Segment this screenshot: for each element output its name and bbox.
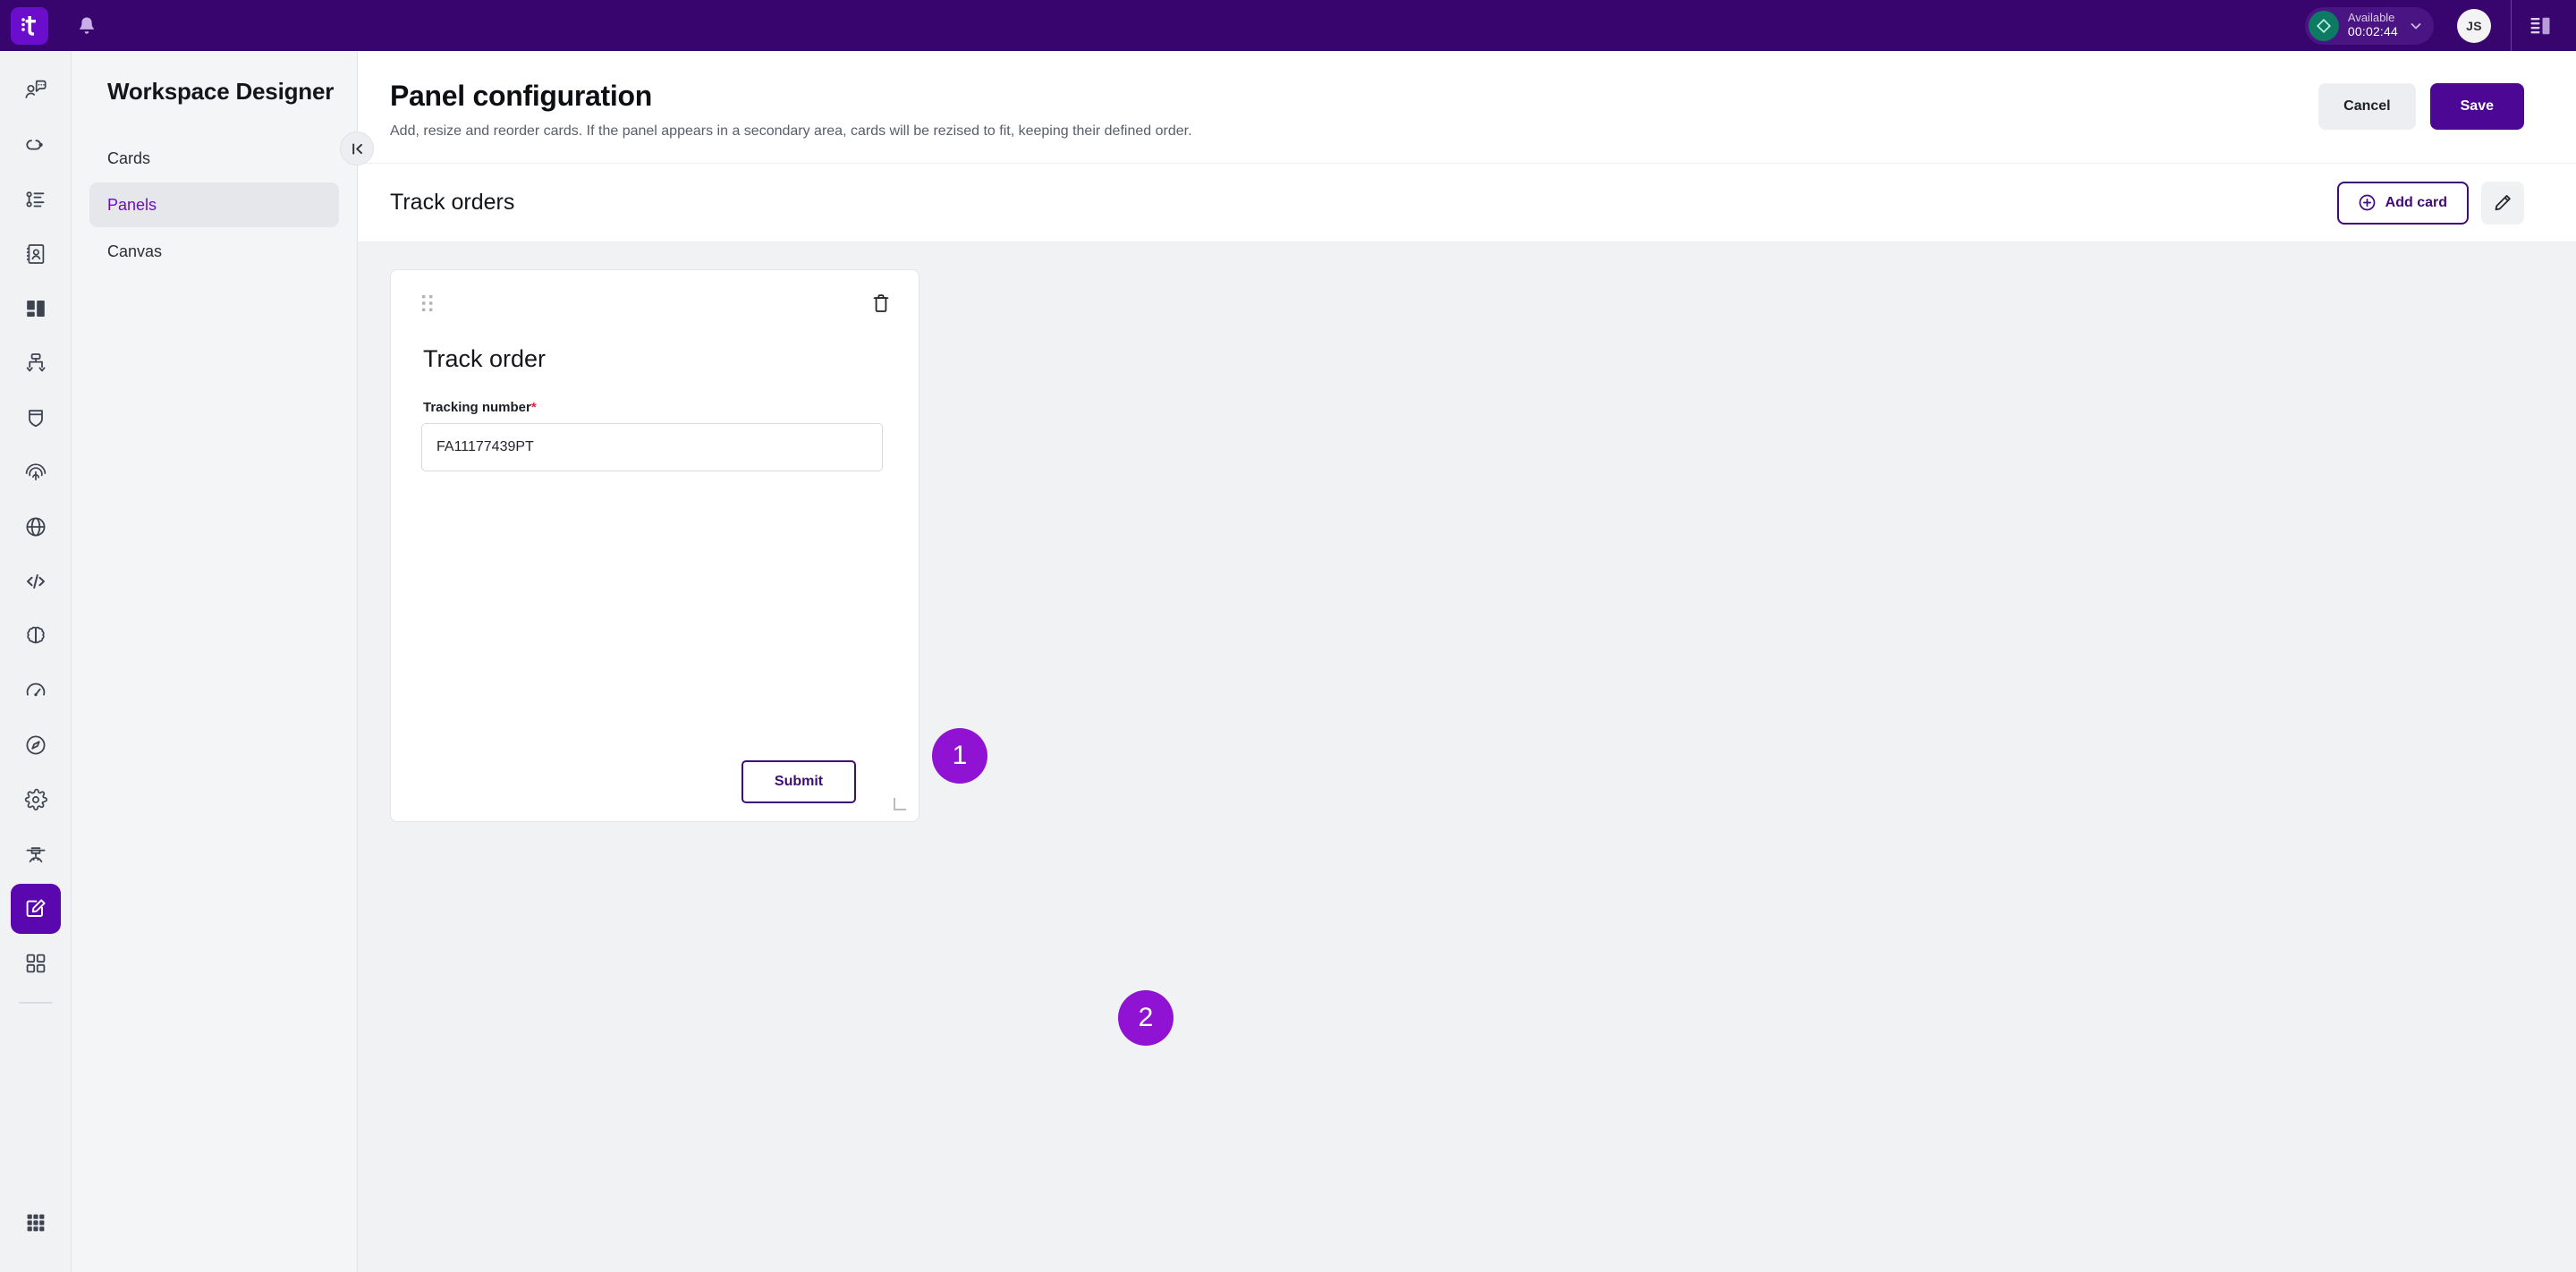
app-root: Available 00:02:44 JS Workspace Designer… (0, 0, 2576, 1272)
tracking-number-label: Tracking number* (423, 400, 890, 415)
add-card-label: Add card (2385, 194, 2447, 210)
rail-item-performance[interactable] (11, 666, 61, 716)
cancel-button[interactable]: Cancel (2318, 83, 2416, 130)
subnav-item-label: Panels (107, 195, 157, 214)
page-header: Panel configuration Add, resize and reor… (358, 51, 2576, 164)
rail-item-identity[interactable] (11, 447, 61, 497)
step-badge-1: 1 (932, 728, 987, 784)
plus-circle-icon (2359, 194, 2376, 211)
page-header-actions: Cancel Save (2318, 80, 2524, 130)
subnav-item-label: Cards (107, 148, 151, 167)
apps-grid-icon[interactable] (11, 1198, 61, 1248)
panel-name: Track orders (390, 190, 515, 215)
rail-item-contacts[interactable] (11, 229, 61, 279)
card-toolbar (421, 290, 890, 317)
submit-button[interactable]: Submit (741, 760, 856, 803)
side-panel-toggle-icon[interactable] (2521, 6, 2560, 46)
subnav-item-cards[interactable]: Cards (89, 136, 339, 181)
subnav-item-panels[interactable]: Panels (89, 182, 339, 227)
tracking-number-field: Tracking number* (421, 400, 890, 471)
card-title: Track order (423, 345, 547, 372)
add-card-button[interactable]: Add card (2336, 181, 2469, 225)
pencil-icon (2495, 194, 2512, 211)
collapse-sidebar-icon[interactable] (340, 131, 374, 165)
rail-item-settings[interactable] (11, 775, 61, 825)
rail-item-developer[interactable] (11, 556, 61, 606)
subnav-item-canvas[interactable]: Canvas (89, 229, 339, 274)
status-timer: 00:02:44 (2347, 23, 2398, 38)
panel-canvas: Track order Tracking number* Submit 1 2 (358, 242, 2576, 1272)
rail-item-learning[interactable] (11, 829, 61, 879)
step-badge-2: 2 (1118, 990, 1174, 1046)
rail-item-routing[interactable] (11, 338, 61, 388)
rail-item-security[interactable] (11, 393, 61, 443)
rail-divider (18, 1002, 53, 1004)
status-label: Available (2347, 11, 2395, 25)
top-bar: Available 00:02:44 JS (0, 0, 2576, 51)
card-spacer (421, 471, 890, 760)
save-button[interactable]: Save (2429, 83, 2524, 130)
topbar-divider (2511, 0, 2512, 51)
rail-bottom-group (0, 1198, 71, 1252)
field-label-text: Tracking number (423, 400, 531, 415)
main-content: Panel configuration Add, resize and reor… (358, 51, 2576, 1272)
card-footer: Submit (421, 760, 890, 803)
required-asterisk: * (530, 400, 537, 415)
rail-item-tasks[interactable] (11, 174, 61, 225)
tracking-number-input[interactable] (421, 423, 883, 471)
rail-item-ai[interactable] (11, 611, 61, 661)
body-row: Workspace Designer Cards Panels Canvas P… (0, 51, 2576, 1272)
rail-item-apps[interactable] (11, 938, 61, 988)
page-title: Panel configuration (390, 80, 652, 112)
notifications-icon[interactable] (70, 9, 104, 43)
chevron-down-icon[interactable] (2409, 19, 2423, 33)
resize-handle[interactable] (894, 798, 906, 810)
rail-item-layouts[interactable] (11, 284, 61, 334)
rail-item-explore[interactable] (11, 720, 61, 770)
app-logo[interactable] (11, 6, 48, 45)
page-subtitle: Add, resize and reorder cards. If the pa… (390, 123, 1192, 139)
rail-item-global[interactable] (11, 502, 61, 552)
subnav-item-label: Canvas (107, 242, 163, 260)
icon-rail (0, 51, 72, 1272)
rail-item-connections[interactable] (11, 120, 61, 170)
avatar[interactable]: JS (2457, 8, 2491, 43)
status-text: Available 00:02:44 (2348, 12, 2398, 38)
rail-item-conversations[interactable] (11, 65, 61, 115)
drag-handle-icon[interactable] (421, 294, 434, 312)
delete-card-icon[interactable] (872, 293, 890, 313)
availability-status[interactable]: Available 00:02:44 (2304, 6, 2434, 45)
page-header-text: Panel configuration Add, resize and reor… (390, 80, 2318, 140)
rail-item-workspace-designer[interactable] (10, 884, 61, 934)
subnav-title: Workspace Designer (107, 78, 335, 105)
card-track-order[interactable]: Track order Tracking number* Submit (390, 269, 919, 822)
available-diamond-icon (2308, 10, 2339, 41)
panel-toolbar: Track orders Add card (358, 164, 2576, 242)
workspace-designer-nav: Workspace Designer Cards Panels Canvas (72, 51, 374, 1272)
edit-panel-button[interactable] (2481, 181, 2524, 225)
